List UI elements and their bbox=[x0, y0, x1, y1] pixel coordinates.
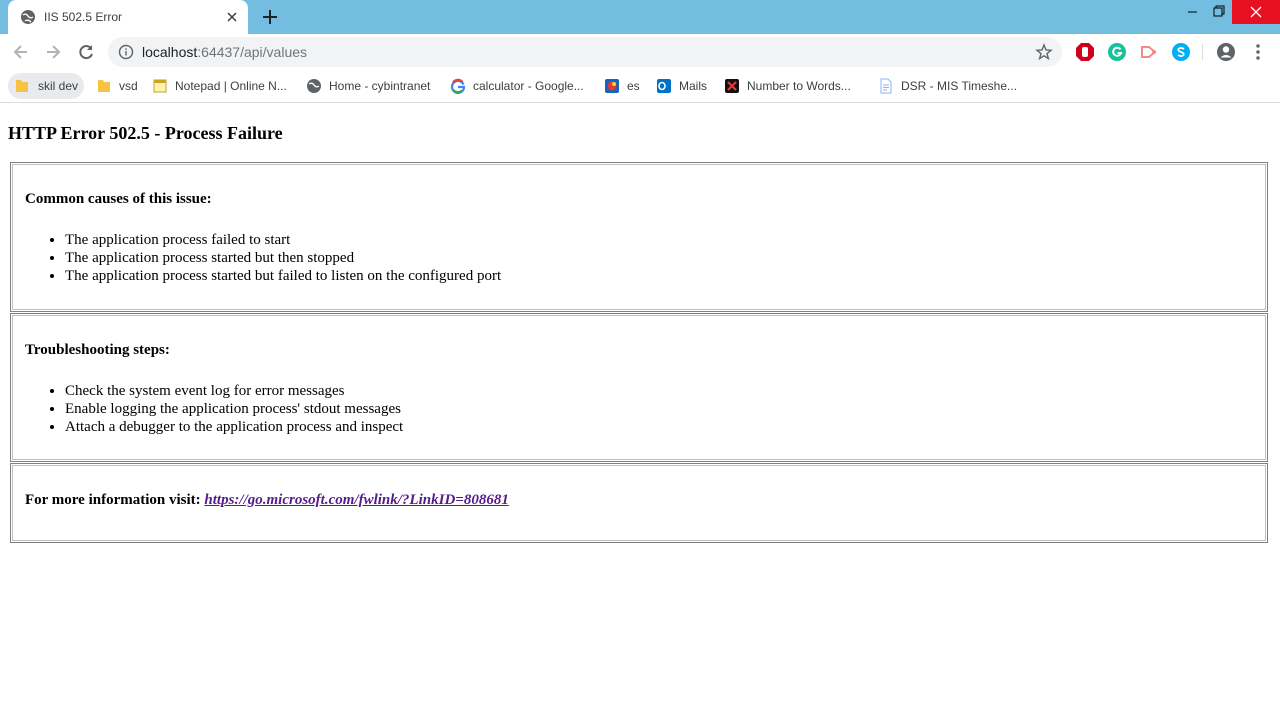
tab-close-icon[interactable] bbox=[224, 9, 240, 25]
menu-kebab-icon[interactable] bbox=[1250, 42, 1266, 62]
bookmark-star-icon[interactable] bbox=[1035, 43, 1053, 61]
list-item: Check the system event log for error mes… bbox=[65, 382, 403, 400]
more-info-section: For more information visit: https://go.m… bbox=[10, 463, 1268, 543]
bookmark-label: Number to Words... bbox=[747, 79, 851, 93]
causes-list: The application process failed to start … bbox=[25, 231, 501, 285]
folder-icon bbox=[16, 80, 28, 92]
bookmark-vsd[interactable]: vsd bbox=[90, 73, 142, 99]
tab-title: IIS 502.5 Error bbox=[44, 10, 123, 24]
troubleshooting-heading: Troubleshooting steps: bbox=[25, 342, 170, 358]
bookmark-label: vsd bbox=[119, 79, 138, 93]
toolbar: localhost:64437/api/values bbox=[0, 34, 1280, 70]
bookmark-mails[interactable]: Mails bbox=[650, 73, 716, 99]
bookmark-label: DSR - MIS Timeshe... bbox=[901, 79, 1018, 93]
reload-icon[interactable] bbox=[76, 42, 96, 62]
notepad-icon bbox=[153, 79, 167, 93]
page-title: HTTP Error 502.5 - Process Failure bbox=[8, 123, 283, 143]
troubleshooting-list: Check the system event log for error mes… bbox=[25, 382, 403, 436]
bookmark-number-to-words[interactable]: Number to Words... bbox=[718, 73, 866, 99]
cast-extension-icon[interactable] bbox=[1139, 42, 1159, 62]
bookmark-skil-dev[interactable]: skil dev bbox=[8, 73, 84, 99]
restore-icon[interactable] bbox=[1204, 0, 1234, 24]
bookmark-label: Mails bbox=[679, 79, 708, 93]
back-icon[interactable] bbox=[11, 42, 31, 62]
fwlink-link[interactable]: https://go.microsoft.com/fwlink/?LinkID=… bbox=[204, 492, 508, 508]
profile-avatar-icon[interactable] bbox=[1216, 42, 1236, 62]
causes-heading: Common causes of this issue: bbox=[25, 191, 212, 207]
skype-extension-icon[interactable] bbox=[1171, 42, 1191, 62]
adblock-extension-icon[interactable] bbox=[1075, 42, 1095, 62]
bookmark-label: calculator - Google... bbox=[473, 79, 584, 93]
globe-icon bbox=[21, 10, 35, 24]
bookmark-label: skil dev bbox=[38, 79, 79, 93]
list-item: Enable logging the application process' … bbox=[65, 400, 403, 418]
folder-icon bbox=[98, 80, 110, 92]
new-tab-icon[interactable] bbox=[260, 7, 280, 27]
bookmark-notepad[interactable]: Notepad | Online N... bbox=[146, 73, 296, 99]
address-bar[interactable]: localhost:64437/api/values bbox=[108, 37, 1062, 67]
list-item: The application process failed to start bbox=[65, 231, 501, 249]
bookmark-calculator[interactable]: calculator - Google... bbox=[444, 73, 592, 99]
troubleshooting-section: Troubleshooting steps: Check the system … bbox=[10, 313, 1268, 462]
tab-active[interactable]: IIS 502.5 Error bbox=[8, 0, 248, 34]
bookmark-es[interactable]: es bbox=[598, 73, 646, 99]
bookmark-label: es bbox=[627, 79, 640, 93]
google-icon bbox=[450, 78, 466, 94]
bookmark-label: Notepad | Online N... bbox=[175, 79, 287, 93]
more-info-text: For more information visit: https://go.m… bbox=[25, 492, 509, 509]
url-text[interactable]: localhost:64437/api/values bbox=[142, 44, 307, 60]
grammarly-extension-icon[interactable] bbox=[1107, 42, 1127, 62]
list-item: The application process started but then… bbox=[65, 249, 501, 267]
document-icon bbox=[880, 78, 892, 94]
window-close-icon[interactable] bbox=[1232, 0, 1280, 24]
bookmark-home-cybintranet[interactable]: Home - cybintranet bbox=[300, 73, 440, 99]
list-item: Attach a debugger to the application pro… bbox=[65, 418, 403, 436]
page-content: HTTP Error 502.5 - Process Failure Commo… bbox=[0, 103, 1280, 707]
forward-icon[interactable] bbox=[43, 42, 63, 62]
bookmark-dsr-timesheet[interactable]: DSR - MIS Timeshe... bbox=[872, 73, 1022, 99]
url-host: localhost bbox=[142, 44, 198, 60]
info-icon[interactable] bbox=[118, 44, 134, 60]
bookmarks-bar: skil dev vsd Notepad | Online N... Home … bbox=[0, 70, 1280, 103]
causes-section: Common causes of this issue: The applica… bbox=[10, 162, 1268, 312]
tab-strip: IIS 502.5 Error bbox=[0, 0, 1280, 34]
es-icon bbox=[605, 79, 619, 93]
globe-icon bbox=[307, 79, 321, 93]
bookmark-label: Home - cybintranet bbox=[329, 79, 431, 93]
outlook-icon bbox=[657, 79, 671, 93]
url-path: :64437/api/values bbox=[197, 44, 308, 60]
number-words-icon bbox=[725, 79, 739, 93]
toolbar-separator bbox=[1202, 44, 1203, 60]
more-info-label: For more information visit: bbox=[25, 492, 201, 508]
list-item: The application process started but fail… bbox=[65, 267, 501, 285]
